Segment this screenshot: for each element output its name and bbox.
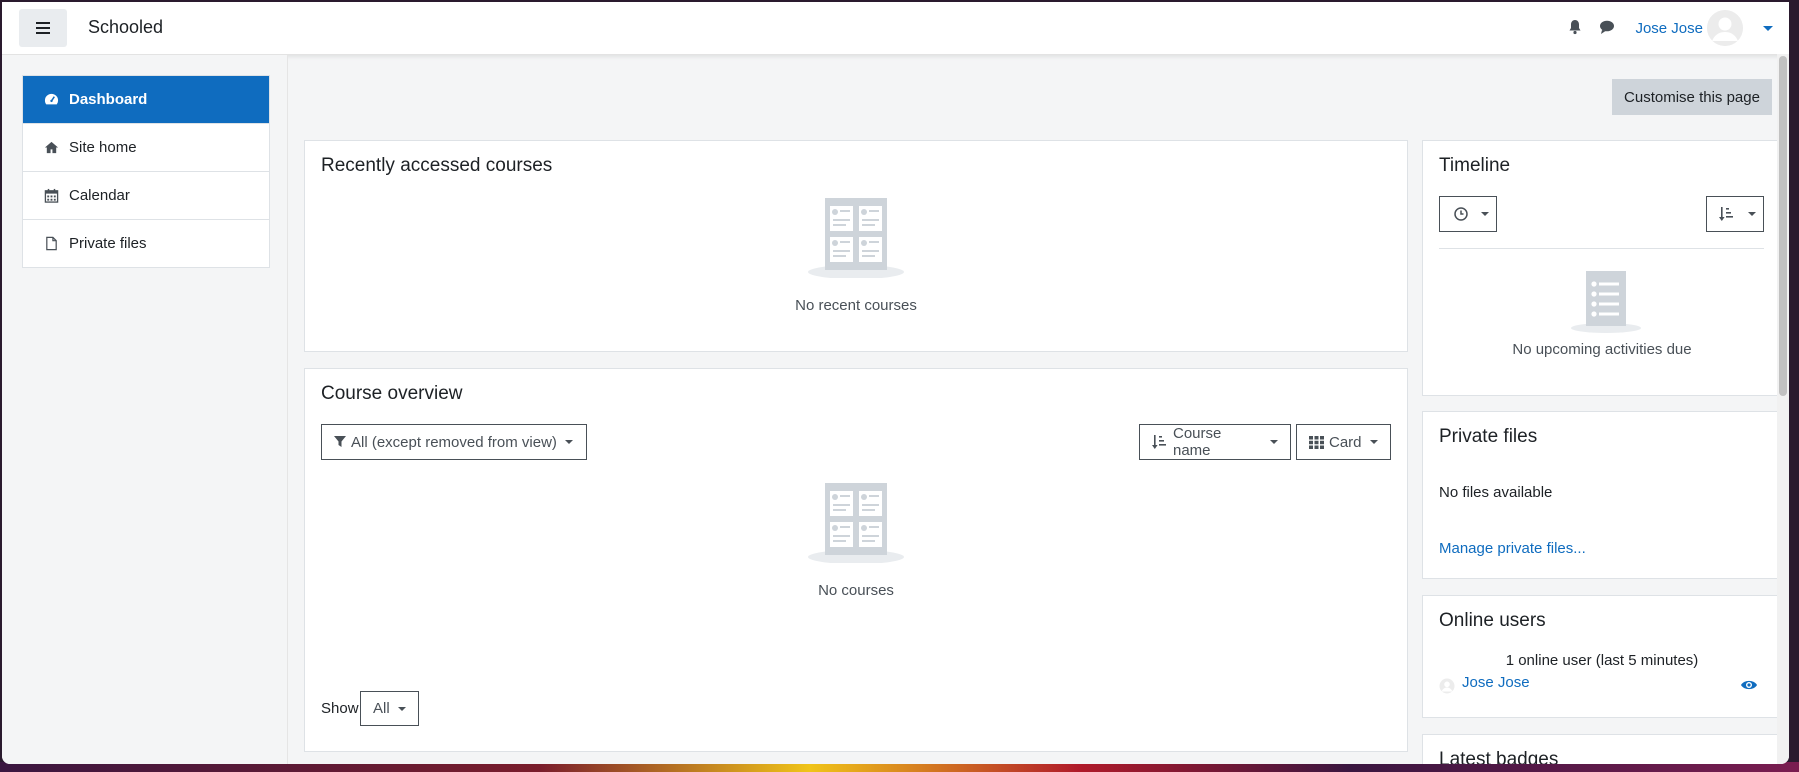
timeline-filter-dropdown[interactable] xyxy=(1439,196,1497,232)
empty-message: No upcoming activities due xyxy=(1512,341,1692,358)
messages-icon[interactable] xyxy=(1599,19,1617,37)
empty-message: No courses xyxy=(818,582,894,599)
chevron-down-icon xyxy=(1481,212,1489,216)
timeline-sort-dropdown[interactable] xyxy=(1706,196,1764,232)
sidebar-item-label: Site home xyxy=(69,139,137,156)
block-title: Private files xyxy=(1439,426,1538,447)
show-label: Show xyxy=(321,700,359,717)
customise-page-button[interactable]: Customise this page xyxy=(1612,79,1772,115)
divider xyxy=(1439,248,1764,249)
activities-placeholder-icon xyxy=(1571,271,1641,337)
chevron-down-icon xyxy=(1369,440,1378,444)
clock-icon xyxy=(1454,207,1468,221)
grid-icon xyxy=(1309,435,1324,449)
block-title: Latest badges xyxy=(1439,749,1559,764)
filter-label: All (except removed from view) xyxy=(351,433,557,451)
block-title: Recently accessed courses xyxy=(321,155,553,176)
sidebar-item-label: Dashboard xyxy=(69,91,148,108)
courses-placeholder-icon xyxy=(808,198,904,282)
sort-icon xyxy=(1152,435,1168,449)
sidebar-item-dashboard[interactable]: Dashboard xyxy=(23,76,269,124)
user-navigation: Jose Jose xyxy=(1567,2,1789,54)
filter-icon xyxy=(334,436,346,448)
user-menu-name[interactable]: Jose Jose xyxy=(1635,20,1703,37)
sidebar-item-private-files[interactable]: Private files xyxy=(23,220,269,267)
timeline-block: Timeline No upcoming activities due xyxy=(1422,140,1782,396)
browser-window: Schooled Jose Jose Dashboard Site home C… xyxy=(2,2,1789,764)
view-dropdown[interactable]: Card xyxy=(1296,424,1391,460)
eye-icon[interactable] xyxy=(1741,678,1757,695)
chevron-down-icon xyxy=(1270,440,1278,444)
page-scrollbar[interactable] xyxy=(1777,54,1789,764)
site-name[interactable]: Schooled xyxy=(88,17,163,38)
private-files-block: Private files No files available Manage … xyxy=(1422,411,1782,579)
online-users-summary: 1 online user (last 5 minutes) xyxy=(1505,652,1699,669)
sidebar-item-site-home[interactable]: Site home xyxy=(23,124,269,172)
nav-drawer-list: Dashboard Site home Calendar Private fil… xyxy=(22,75,270,268)
home-icon xyxy=(44,140,60,156)
online-user-link[interactable]: Jose Jose xyxy=(1462,674,1530,691)
chevron-down-icon xyxy=(1748,212,1756,216)
chevron-down-icon xyxy=(564,440,573,444)
block-title: Timeline xyxy=(1439,155,1511,176)
chevron-down-icon xyxy=(397,706,406,711)
empty-message: No files available xyxy=(1439,484,1553,501)
calendar-icon xyxy=(44,188,60,204)
block-title: Course overview xyxy=(321,383,463,404)
view-label: Card xyxy=(1329,433,1362,451)
manage-private-files-link[interactable]: Manage private files... xyxy=(1439,540,1586,557)
nav-drawer: Dashboard Site home Calendar Private fil… xyxy=(2,55,288,764)
latest-badges-block: Latest badges xyxy=(1422,734,1782,764)
sort-icon xyxy=(1719,207,1735,221)
grouping-filter-dropdown[interactable]: All (except removed from view) xyxy=(321,424,587,460)
recent-courses-block: Recently accessed courses No recent cour… xyxy=(304,140,1408,352)
avatar[interactable] xyxy=(1707,10,1743,46)
file-icon xyxy=(44,236,60,252)
scrollbar-thumb[interactable] xyxy=(1779,56,1787,396)
main-region: Customise this page Recently accessed co… xyxy=(288,55,1789,764)
dashboard-icon xyxy=(44,92,60,108)
sidebar-item-calendar[interactable]: Calendar xyxy=(23,172,269,220)
online-users-block: Online users 1 online user (last 5 minut… xyxy=(1422,595,1782,718)
menu-toggle-button[interactable] xyxy=(19,9,67,47)
sidebar-item-label: Private files xyxy=(69,235,147,252)
courses-placeholder-icon xyxy=(808,483,904,567)
sort-label: Course name xyxy=(1173,425,1222,459)
hamburger-icon xyxy=(36,22,50,34)
top-navbar: Schooled Jose Jose xyxy=(2,2,1789,55)
paging-dropdown[interactable]: All xyxy=(360,691,419,726)
course-overview-block: Course overview All (except removed from… xyxy=(304,368,1408,752)
empty-message: No recent courses xyxy=(795,297,917,314)
chevron-down-icon[interactable] xyxy=(1763,25,1773,31)
paging-value: All xyxy=(373,700,390,717)
sort-dropdown[interactable]: Course name xyxy=(1139,424,1291,460)
avatar xyxy=(1439,678,1455,698)
bell-icon[interactable] xyxy=(1567,19,1585,37)
block-title: Online users xyxy=(1439,610,1546,631)
sidebar-item-label: Calendar xyxy=(69,187,130,204)
